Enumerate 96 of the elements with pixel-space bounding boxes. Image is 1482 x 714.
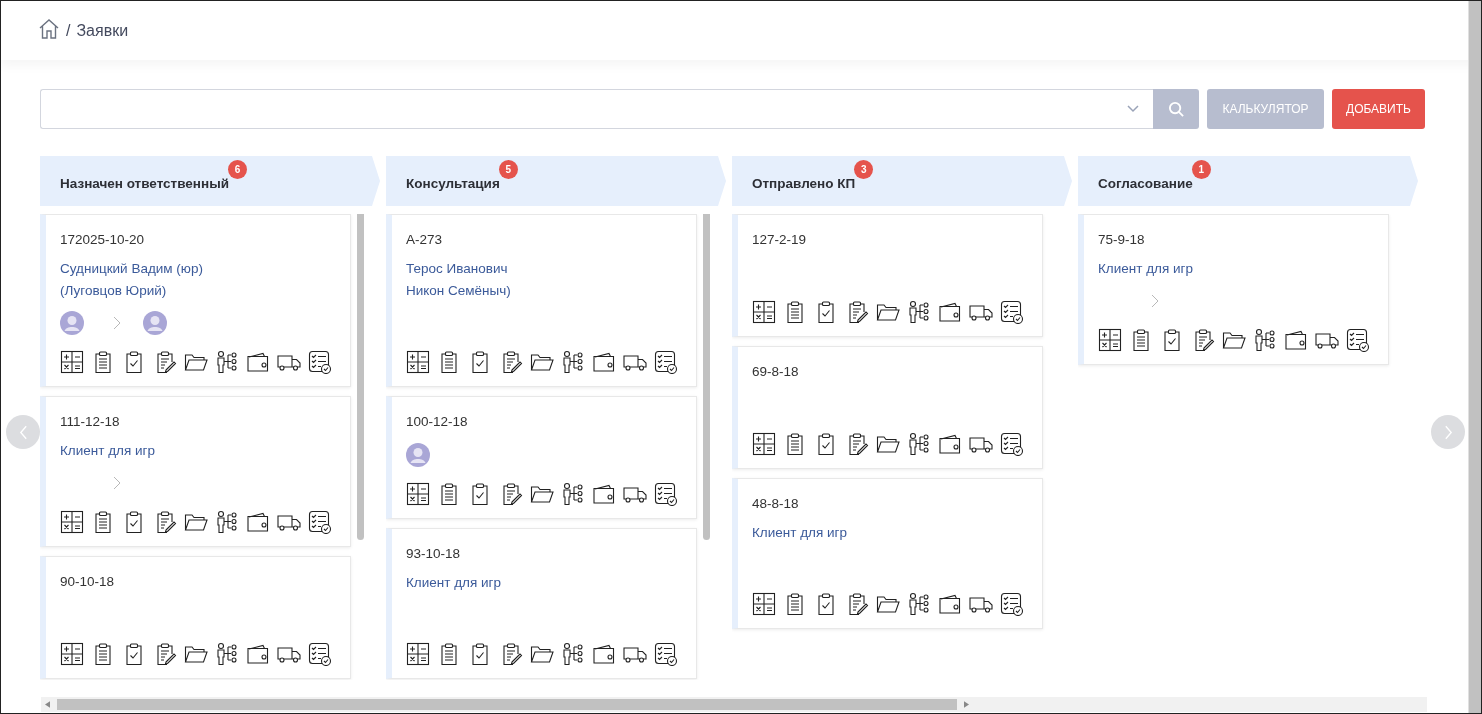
calculator-icon[interactable]	[60, 510, 84, 534]
count-badge: 1	[1191, 160, 1211, 179]
person-hierarchy-icon[interactable]	[907, 432, 931, 456]
scroll-left-icon[interactable]	[45, 701, 50, 708]
breadcrumb-separator: /	[66, 21, 71, 40]
checklist-icon[interactable]	[1000, 432, 1024, 456]
calculator-icon[interactable]	[752, 432, 776, 456]
checklist-icon[interactable]	[1346, 328, 1370, 352]
client-name[interactable]: (Луговцов Юрий)	[60, 280, 336, 302]
chevron-right-icon	[1151, 294, 1159, 308]
stage-title: Назначен ответственный	[60, 176, 229, 191]
request-number: А-273	[406, 231, 444, 249]
request-number: 69-8-18	[752, 363, 800, 381]
client-name[interactable]: Судницкий Вадим (юр)	[60, 258, 336, 280]
stage-title: Консультация	[406, 176, 500, 191]
request-card[interactable]: 111-12-18 Клиент для игр	[40, 396, 351, 547]
wallet-icon[interactable]	[246, 350, 270, 374]
chevron-left-icon	[18, 424, 28, 440]
wallet-icon[interactable]	[592, 350, 616, 374]
checklist-icon[interactable]	[308, 350, 332, 374]
request-card[interactable]: 172025-10-20 Судницкий Вадим (юр) (Луговцов Юрий)	[40, 214, 351, 387]
calculator-icon[interactable]	[406, 642, 430, 666]
calculator-icon[interactable]	[60, 642, 84, 666]
person-hierarchy-icon[interactable]	[907, 300, 931, 324]
client-name[interactable]: Никон Семёныч)	[406, 280, 682, 302]
checklist-icon[interactable]	[308, 642, 332, 666]
avatar-icon	[406, 443, 430, 467]
checklist-icon[interactable]	[654, 350, 678, 374]
request-number: 172025-10-20	[60, 231, 146, 249]
request-card[interactable]: 90-10-18	[40, 556, 351, 679]
calculator-icon[interactable]	[752, 592, 776, 616]
request-number: 75-9-18	[1098, 231, 1146, 249]
client-name[interactable]: Клиент для игр	[752, 522, 1028, 544]
avatar-icon	[60, 311, 84, 335]
checklist-icon[interactable]	[1000, 300, 1024, 324]
wallet-icon[interactable]	[938, 592, 962, 616]
request-card[interactable]: А-273 Терос Иванович Никон Семёныч)	[386, 214, 697, 387]
request-card[interactable]: 48-8-18 Клиент для игр	[732, 478, 1043, 629]
horizontal-scrollbar[interactable]	[41, 697, 1427, 712]
scrollbar[interactable]	[357, 214, 364, 540]
request-number: 100-12-18	[406, 413, 469, 431]
search-select-field[interactable]	[40, 89, 1153, 129]
page-scrollbar[interactable]	[1468, 1, 1481, 713]
request-number: 127-2-19	[752, 231, 808, 249]
chevron-right-icon	[113, 316, 121, 330]
add-button[interactable]: ДОБАВИТЬ	[1332, 89, 1425, 129]
person-hierarchy-icon[interactable]	[561, 642, 585, 666]
chevron-right-icon	[113, 476, 121, 490]
client-name[interactable]: Клиент для игр	[60, 440, 336, 462]
request-number: 48-8-18	[752, 495, 800, 513]
request-card[interactable]: 75-9-18 Клиент для игр	[1078, 214, 1389, 365]
calculator-icon[interactable]	[406, 350, 430, 374]
scrollbar[interactable]	[703, 214, 710, 540]
request-card[interactable]: 69-8-18	[732, 346, 1043, 469]
request-number: 93-10-18	[406, 545, 462, 563]
count-badge: 5	[498, 160, 518, 179]
checklist-icon[interactable]	[1000, 592, 1024, 616]
wallet-icon[interactable]	[592, 482, 616, 506]
wallet-icon[interactable]	[938, 300, 962, 324]
calculator-icon[interactable]	[752, 300, 776, 324]
checklist-icon[interactable]	[654, 482, 678, 506]
person-hierarchy-icon[interactable]	[215, 642, 239, 666]
request-number: 111-12-18	[60, 413, 121, 431]
client-name[interactable]: Клиент для игр	[1098, 258, 1374, 280]
person-hierarchy-icon[interactable]	[215, 350, 239, 374]
wallet-icon[interactable]	[246, 642, 270, 666]
person-hierarchy-icon[interactable]	[561, 350, 585, 374]
person-hierarchy-icon[interactable]	[1253, 328, 1277, 352]
person-hierarchy-icon[interactable]	[215, 510, 239, 534]
wallet-icon[interactable]	[1284, 328, 1308, 352]
calculator-icon[interactable]	[60, 350, 84, 374]
request-card[interactable]: 93-10-18 Клиент для игр	[386, 528, 697, 679]
person-hierarchy-icon[interactable]	[907, 592, 931, 616]
scroll-right-icon[interactable]	[964, 701, 969, 708]
count-badge: 6	[228, 160, 247, 179]
chevron-right-icon	[1443, 424, 1453, 440]
person-hierarchy-icon[interactable]	[561, 482, 585, 506]
stage-title: Отправлено КП	[752, 176, 856, 191]
wallet-icon[interactable]	[246, 510, 270, 534]
request-card[interactable]: 100-12-18	[386, 396, 697, 519]
client-name[interactable]: Клиент для игр	[406, 572, 682, 594]
wallet-icon[interactable]	[592, 642, 616, 666]
client-name[interactable]: Терос Иванович	[406, 258, 682, 280]
checklist-icon[interactable]	[308, 510, 332, 534]
wallet-icon[interactable]	[938, 432, 962, 456]
avatar-icon	[143, 311, 167, 335]
request-card[interactable]: 127-2-19	[732, 214, 1043, 337]
stage-title: Согласование	[1098, 176, 1193, 191]
calculator-icon[interactable]	[406, 482, 430, 506]
checklist-icon[interactable]	[654, 642, 678, 666]
request-number: 90-10-18	[60, 573, 116, 591]
calculator-icon[interactable]	[1098, 328, 1122, 352]
search-icon	[1167, 100, 1185, 118]
breadcrumb-current: Заявки	[76, 21, 129, 40]
count-badge: 3	[854, 160, 874, 179]
home-icon[interactable]	[38, 17, 60, 40]
